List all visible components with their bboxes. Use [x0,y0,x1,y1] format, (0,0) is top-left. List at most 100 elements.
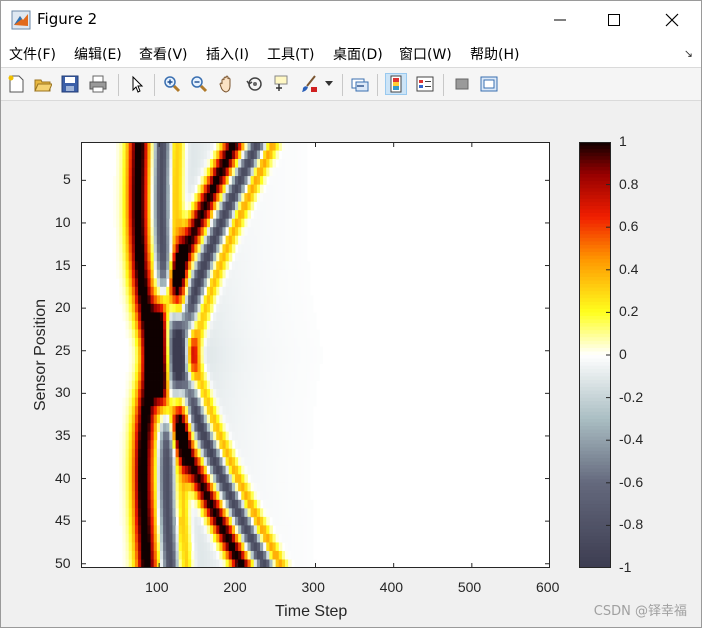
heatmap-cell [191,406,195,416]
heatmap-cell [203,414,208,424]
colorbar-swatch [579,489,611,494]
link-plot-icon[interactable] [349,73,371,95]
heatmap-cell [272,295,277,305]
colorbar-swatch [579,156,611,161]
heatmap-cell [197,448,201,458]
open-file-icon[interactable] [32,73,54,95]
heatmap-cell [119,252,123,262]
close-button[interactable] [645,1,699,39]
heatmap-cell [256,235,261,245]
colorbar-swatch [579,362,611,367]
heatmap-cell [222,363,227,373]
heatmap-cell [278,440,283,450]
heatmap-cell [138,278,142,288]
heatmap-cell [169,372,173,381]
heatmap-cell [128,269,133,279]
brush-dropdown-icon[interactable] [323,73,335,95]
heatmap-cell [206,303,211,313]
heatmap-cell [203,355,208,364]
pan-icon[interactable] [216,73,238,95]
heatmap-cell [256,269,261,279]
heatmap-cell [166,303,170,313]
heatmap-cell [181,244,186,254]
heatmap-cell [181,380,186,390]
menu-tools[interactable]: 工具(T) [267,44,314,64]
heatmap-cell [281,320,286,330]
zoom-in-icon[interactable] [161,73,183,95]
data-cursor-icon[interactable] [271,73,293,95]
menu-insert[interactable]: 插入(I) [206,44,249,64]
insert-colorbar-icon[interactable] [385,73,407,95]
heatmap-cell [281,550,286,560]
heatmap-cell [291,252,295,262]
heatmap-cell [266,269,270,279]
heatmap-cell [234,457,239,467]
heatmap-cell [144,448,148,458]
menu-view[interactable]: 查看(V) [139,44,188,64]
heatmap-cell [222,525,227,535]
heatmap-cell [306,542,311,552]
brush-icon[interactable] [298,73,320,95]
heatmap-cell [234,423,239,433]
menu-help[interactable]: 帮助(H) [470,44,519,64]
rotate-3d-icon[interactable] [244,73,266,95]
heatmap-cell [203,142,208,151]
heatmap-cell [169,252,173,262]
menu-file[interactable]: 文件(F) [9,44,56,64]
minimize-button[interactable] [533,1,587,39]
colorbar-swatch [579,234,611,239]
heatmap-cell [263,312,267,322]
heatmap-cell [131,533,136,543]
menu-window[interactable]: 窗口(W) [399,44,452,64]
heatmap-cell [134,499,139,509]
heatmap-cell [141,295,145,305]
heatmap-plot[interactable] [81,142,550,568]
heatmap-cell [300,320,305,330]
dock-arrow-icon[interactable]: ↘ [684,47,693,60]
heatmap-cell [278,337,283,347]
maximize-button[interactable] [587,1,641,39]
heatmap-cell [303,150,308,160]
heatmap-cell [206,244,211,254]
heatmap-cell [122,423,126,433]
pointer-icon[interactable] [126,73,148,95]
show-plot-tools-icon[interactable] [478,73,500,95]
heatmap-cell [244,193,248,203]
save-icon[interactable] [59,73,81,95]
heatmap-cell [272,397,277,407]
new-figure-icon[interactable] [5,73,27,95]
heatmap-cell [169,286,173,296]
menu-desktop[interactable]: 桌面(D) [333,44,383,64]
heatmap-cell [184,320,189,330]
zoom-out-icon[interactable] [188,73,210,95]
heatmap-cell [285,278,289,288]
heatmap-cell [150,312,155,322]
heatmap-cell [159,337,164,347]
heatmap-cell [231,355,236,364]
heatmap-cell [285,167,289,177]
heatmap-cell [194,516,198,526]
heatmap-cell [281,431,286,441]
heatmap-cell [228,542,233,552]
heatmap-cell [159,465,164,475]
heatmap-cell [260,303,264,313]
insert-legend-icon[interactable] [414,73,436,95]
heatmap-cell [203,252,208,262]
heatmap-cell [303,159,308,168]
colorbar[interactable] [579,142,611,568]
hide-plot-tools-icon[interactable] [451,73,473,95]
colorbar-swatch [579,326,611,331]
print-icon[interactable] [87,73,109,95]
heatmap-cell [256,559,261,568]
heatmap-cell [206,201,211,211]
heatmap-cell [166,227,170,237]
heatmap-cell [188,320,192,330]
heatmap-cell [294,312,298,322]
heatmap-cell [269,167,273,177]
menu-edit[interactable]: 编辑(E) [74,44,122,64]
heatmap-cell [122,465,126,475]
heatmap-cell [294,457,298,467]
heatmap-cell [294,261,298,271]
heatmap-cell [184,414,189,424]
heatmap-cell [172,252,176,262]
